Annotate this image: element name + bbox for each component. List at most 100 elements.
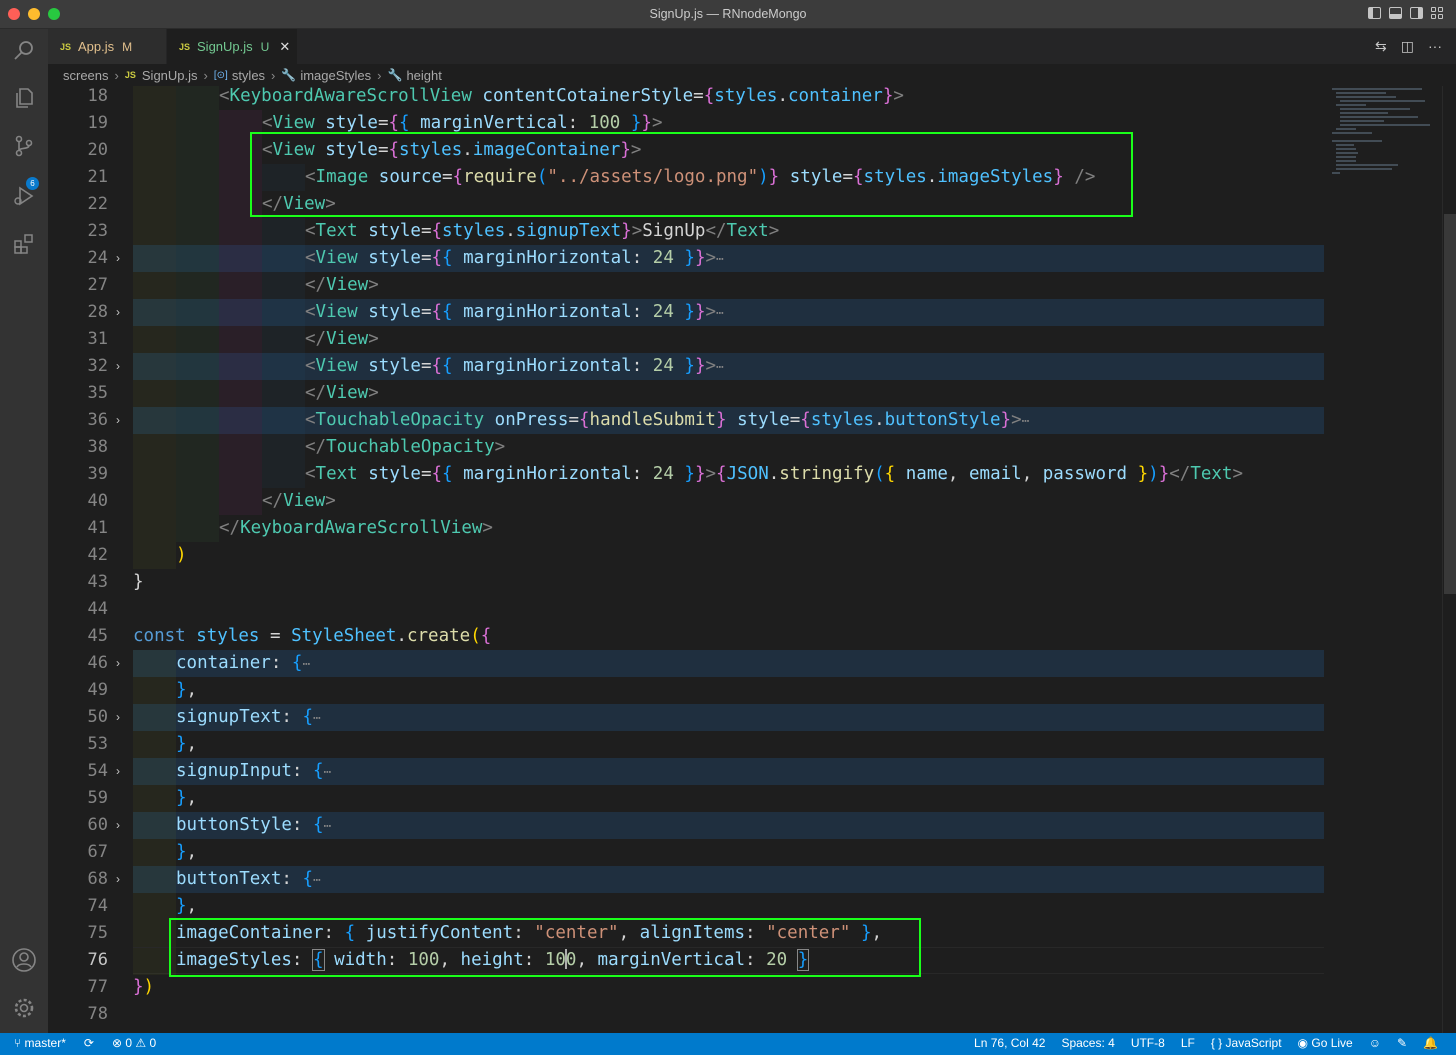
js-file-icon: JS bbox=[60, 41, 72, 52]
line-number: 68 bbox=[87, 869, 108, 889]
breadcrumb-symbol-styles[interactable]: styles bbox=[232, 68, 265, 83]
feedback-icon[interactable]: ✎ bbox=[1397, 1036, 1407, 1050]
code-line: 59 }, bbox=[48, 785, 1442, 812]
line-number: 49 bbox=[87, 680, 108, 700]
toggle-panel-icon[interactable] bbox=[1389, 7, 1402, 19]
code-line: 54 › signupInput: {⋯ bbox=[48, 758, 1442, 785]
fold-chevron-icon[interactable]: › bbox=[116, 812, 130, 839]
breadcrumb-symbol-height[interactable]: height bbox=[406, 68, 441, 83]
code-line: 38 </TouchableOpacity> bbox=[48, 434, 1442, 461]
line-number: 39 bbox=[87, 464, 108, 484]
problems-status[interactable]: ⊗ 0 ⚠ 0 bbox=[112, 1036, 156, 1050]
line-number: 44 bbox=[87, 599, 108, 619]
toggle-secondary-sidebar-icon[interactable] bbox=[1410, 7, 1423, 19]
warning-icon: ⚠ bbox=[135, 1036, 150, 1050]
code-line: 44 bbox=[48, 596, 1442, 623]
activity-bar: 6 bbox=[0, 29, 48, 1033]
code-line: 39 <Text style={{ marginHorizontal: 24 }… bbox=[48, 461, 1442, 488]
tab-signup-js[interactable]: JS SignUp.js U ✕ bbox=[167, 29, 297, 64]
run-debug-icon[interactable] bbox=[9, 181, 39, 211]
chevron-right-icon: › bbox=[114, 67, 119, 83]
settings-gear-icon[interactable] bbox=[9, 993, 39, 1023]
js-file-icon: JS bbox=[179, 41, 191, 52]
notifications-bell-icon[interactable]: 🔔 bbox=[1423, 1036, 1438, 1050]
tab-modified-status: M bbox=[122, 39, 133, 54]
scrollbar-thumb[interactable] bbox=[1444, 214, 1456, 594]
line-number: 38 bbox=[87, 437, 108, 457]
more-actions-icon[interactable]: ··· bbox=[1428, 38, 1442, 55]
line-number: 31 bbox=[87, 329, 108, 349]
code-line: 78 bbox=[48, 1001, 1442, 1028]
breadcrumb-symbol-imagestyles[interactable]: imageStyles bbox=[300, 68, 371, 83]
code-line: 53 }, bbox=[48, 731, 1442, 758]
copilot-icon[interactable]: ☺ bbox=[1369, 1036, 1381, 1050]
source-control-icon[interactable] bbox=[9, 131, 39, 161]
line-number: 59 bbox=[87, 788, 108, 808]
line-number: 76 bbox=[87, 950, 108, 970]
toggle-primary-sidebar-icon[interactable] bbox=[1368, 7, 1381, 19]
open-changes-icon[interactable]: ⇆ bbox=[1375, 38, 1387, 55]
editor-tab-bar: JS App.js M JS SignUp.js U ✕ ⇆ ◫ ··· bbox=[48, 29, 1456, 64]
search-icon[interactable] bbox=[9, 35, 39, 65]
fold-chevron-icon[interactable]: › bbox=[116, 245, 130, 272]
code-line: 45 const styles = StyleSheet.create({ bbox=[48, 623, 1442, 650]
eol-status[interactable]: LF bbox=[1181, 1036, 1195, 1050]
fold-chevron-icon[interactable]: › bbox=[116, 407, 130, 434]
fold-chevron-icon[interactable]: › bbox=[116, 758, 130, 785]
extensions-icon[interactable] bbox=[9, 229, 39, 259]
line-number: 35 bbox=[87, 383, 108, 403]
title-bar: SignUp.js — RNnodeMongo bbox=[0, 0, 1456, 29]
line-number: 54 bbox=[87, 761, 108, 781]
code-line: 27 </View> bbox=[48, 272, 1442, 299]
line-number: 45 bbox=[87, 626, 108, 646]
fold-chevron-icon[interactable]: › bbox=[116, 353, 130, 380]
code-line: 42 ) bbox=[48, 542, 1442, 569]
broadcast-icon: ◉ bbox=[1297, 1036, 1312, 1050]
split-editor-icon[interactable]: ◫ bbox=[1401, 38, 1414, 55]
minimap[interactable] bbox=[1328, 86, 1442, 1033]
line-number: 75 bbox=[87, 923, 108, 943]
go-live-button[interactable]: ◉ Go Live bbox=[1298, 1036, 1353, 1050]
breadcrumb-folder[interactable]: screens bbox=[63, 68, 109, 83]
git-branch-status[interactable]: ⑂ master* bbox=[14, 1036, 66, 1050]
explorer-icon[interactable] bbox=[9, 83, 39, 113]
code-line: 74 }, bbox=[48, 893, 1442, 920]
breadcrumb-file[interactable]: SignUp.js bbox=[142, 68, 198, 83]
code-line: 49 }, bbox=[48, 677, 1442, 704]
line-number: 19 bbox=[87, 113, 108, 133]
sync-icon[interactable]: ⟳ bbox=[84, 1036, 94, 1050]
code-line: 50 › signupText: {⋯ bbox=[48, 704, 1442, 731]
line-number: 41 bbox=[87, 518, 108, 538]
fold-chevron-icon[interactable]: › bbox=[116, 704, 130, 731]
language-mode[interactable]: { } JavaScript bbox=[1211, 1036, 1282, 1050]
code-editor[interactable]: 18 <KeyboardAwareScrollView contentCotai… bbox=[48, 86, 1442, 1033]
code-line: 31 </View> bbox=[48, 326, 1442, 353]
code-line: 28 › <View style={{ marginHorizontal: 24… bbox=[48, 299, 1442, 326]
line-number: 78 bbox=[87, 1004, 108, 1024]
code-line: 35 </View> bbox=[48, 380, 1442, 407]
code-line: 24 › <View style={{ marginHorizontal: 24… bbox=[48, 245, 1442, 272]
close-tab-icon[interactable]: ✕ bbox=[279, 39, 290, 55]
tab-label: SignUp.js bbox=[197, 39, 253, 54]
fold-chevron-icon[interactable]: › bbox=[116, 650, 130, 677]
line-number: 22 bbox=[87, 194, 108, 214]
property-wrench-icon: 🔧 bbox=[281, 68, 297, 82]
line-number: 42 bbox=[87, 545, 108, 565]
line-number: 28 bbox=[87, 302, 108, 322]
encoding-status[interactable]: UTF-8 bbox=[1131, 1036, 1165, 1050]
cursor-position[interactable]: Ln 76, Col 42 bbox=[974, 1036, 1045, 1050]
fold-chevron-icon[interactable]: › bbox=[116, 299, 130, 326]
accounts-icon[interactable] bbox=[9, 945, 39, 975]
fold-chevron-icon[interactable]: › bbox=[116, 866, 130, 893]
line-number: 74 bbox=[87, 896, 108, 916]
code-line: 36 › <TouchableOpacity onPress={handleSu… bbox=[48, 407, 1442, 434]
highlight-box-image-view bbox=[250, 132, 1133, 217]
js-file-icon: JS bbox=[124, 70, 136, 80]
indentation-status[interactable]: Spaces: 4 bbox=[1061, 1036, 1114, 1050]
vertical-scrollbar[interactable] bbox=[1442, 86, 1456, 1033]
tab-app-js[interactable]: JS App.js M bbox=[48, 29, 166, 64]
chevron-right-icon: › bbox=[377, 67, 382, 83]
chevron-right-icon: › bbox=[271, 67, 276, 83]
line-number: 50 bbox=[87, 707, 108, 727]
customize-layout-icon[interactable] bbox=[1431, 7, 1444, 19]
